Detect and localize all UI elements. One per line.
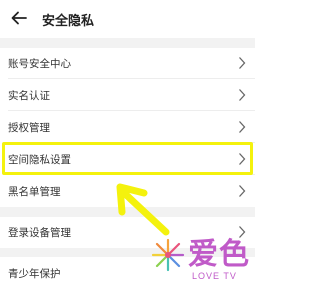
watermark-text: 爱色: [188, 238, 250, 271]
menu-item-real-name-auth[interactable]: 实名认证: [0, 80, 255, 111]
menu-item-account-security[interactable]: 账号安全中心: [0, 48, 255, 79]
back-arrow-icon[interactable]: [10, 9, 28, 27]
chevron-right-icon: [239, 121, 246, 133]
section-gap: [0, 38, 255, 48]
page-title: 安全隐私: [42, 13, 95, 28]
flower-logo-icon: [151, 238, 185, 272]
annotation-highlight-box: [2, 142, 253, 175]
menu-item-label: 青少年保护: [8, 268, 61, 280]
chevron-right-icon: [239, 185, 246, 197]
menu-item-label: 授权管理: [8, 122, 50, 134]
header: 安全隐私: [0, 0, 255, 38]
watermark: 爱色 LOVE TV: [148, 225, 255, 300]
menu-item-label: 黑名单管理: [8, 186, 61, 198]
menu-item-authorization[interactable]: 授权管理: [0, 112, 255, 143]
divider: [8, 110, 255, 111]
divider: [8, 78, 255, 79]
chevron-right-icon: [239, 89, 246, 101]
menu-item-label: 登录设备管理: [8, 227, 71, 239]
watermark-subtext: LOVE TV: [192, 271, 237, 281]
menu-item-label: 实名认证: [8, 90, 50, 102]
chevron-right-icon: [239, 57, 246, 69]
menu-item-label: 账号安全中心: [8, 58, 71, 70]
